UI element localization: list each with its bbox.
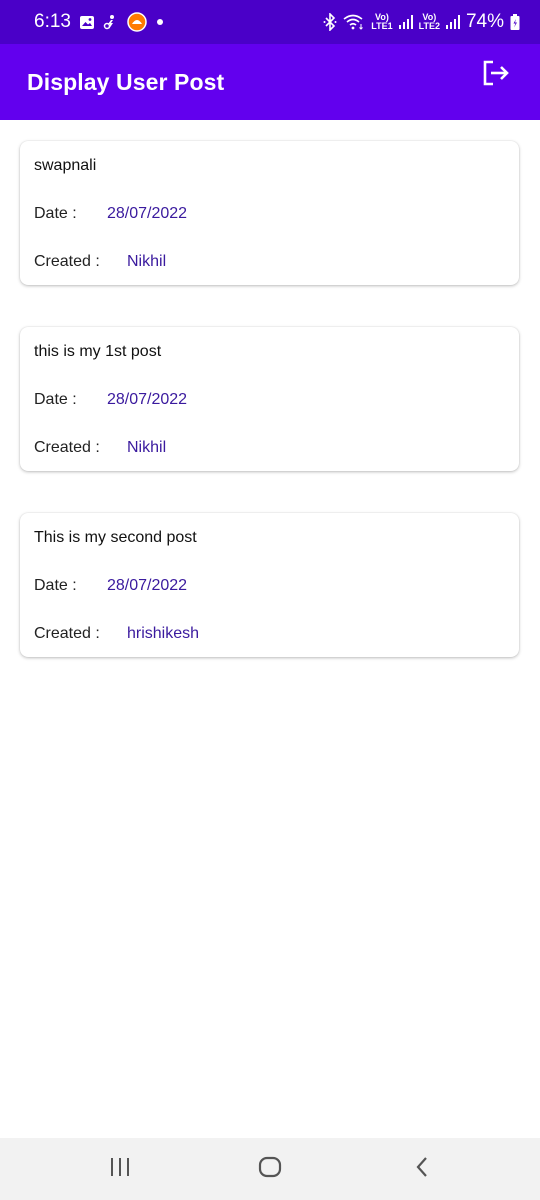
recents-button[interactable] — [100, 1154, 140, 1184]
post-card[interactable]: This is my second post Date : 28/07/2022… — [20, 513, 519, 657]
logout-button[interactable] — [478, 57, 514, 93]
status-bar: 6:13 Vo) LTE1 Vo) LTE2 74% — [0, 0, 540, 44]
home-icon — [258, 1156, 282, 1183]
created-by-value: Nikhil — [127, 439, 167, 456]
battery-icon — [510, 13, 520, 31]
status-time: 6:13 — [34, 11, 71, 32]
post-created-row: Created : hrishikesh — [34, 625, 199, 643]
network-1-label: Vo) LTE1 — [371, 13, 392, 31]
signal-icon — [398, 14, 413, 30]
date-label: Date : — [34, 391, 77, 408]
date-value: 28/07/2022 — [107, 391, 188, 408]
home-button[interactable] — [250, 1154, 290, 1184]
status-left: 6:13 — [34, 11, 165, 33]
date-label: Date : — [34, 577, 77, 594]
network-2-label: Vo) LTE2 — [419, 13, 440, 31]
post-date-row: Date : 28/07/2022 — [34, 391, 187, 409]
app-notification-icon — [127, 12, 147, 32]
signal-icon — [445, 14, 460, 30]
post-created-row: Created : Nikhil — [34, 439, 166, 457]
logout-icon — [482, 60, 510, 91]
system-nav-bar — [0, 1138, 540, 1200]
created-label: Created : — [34, 253, 100, 270]
page-title: Display User Post — [27, 68, 225, 95]
post-title: this is my 1st post — [34, 343, 162, 360]
bluetooth-icon — [323, 13, 337, 31]
created-by-value: hrishikesh — [127, 625, 200, 642]
post-title: swapnali — [34, 157, 97, 174]
created-label: Created : — [34, 439, 100, 456]
post-date-row: Date : 28/07/2022 — [34, 205, 187, 223]
post-created-row: Created : Nikhil — [34, 253, 166, 271]
dot-icon — [155, 17, 165, 27]
network-1-bottom: LTE1 — [371, 21, 393, 31]
date-value: 28/07/2022 — [107, 577, 188, 594]
network-2-bottom: LTE2 — [418, 21, 440, 31]
date-value: 28/07/2022 — [107, 205, 188, 222]
back-button[interactable] — [402, 1154, 442, 1184]
gallery-icon — [79, 15, 95, 30]
post-list: swapnali Date : 28/07/2022 Created : Nik… — [20, 141, 520, 699]
wifi-icon — [343, 14, 365, 30]
date-label: Date : — [34, 205, 77, 222]
created-by-value: Nikhil — [127, 253, 167, 270]
app-bar: Display User Post — [0, 44, 540, 120]
battery-percent: 74% — [465, 11, 504, 32]
post-date-row: Date : 28/07/2022 — [34, 577, 187, 595]
created-label: Created : — [34, 625, 100, 642]
post-title: This is my second post — [34, 529, 197, 546]
post-card[interactable]: swapnali Date : 28/07/2022 Created : Nik… — [20, 141, 519, 285]
recents-icon — [109, 1157, 131, 1182]
back-icon — [414, 1156, 430, 1183]
status-right: Vo) LTE1 Vo) LTE2 74% — [323, 11, 520, 33]
post-card[interactable]: this is my 1st post Date : 28/07/2022 Cr… — [20, 327, 519, 471]
fitness-icon — [103, 14, 119, 30]
